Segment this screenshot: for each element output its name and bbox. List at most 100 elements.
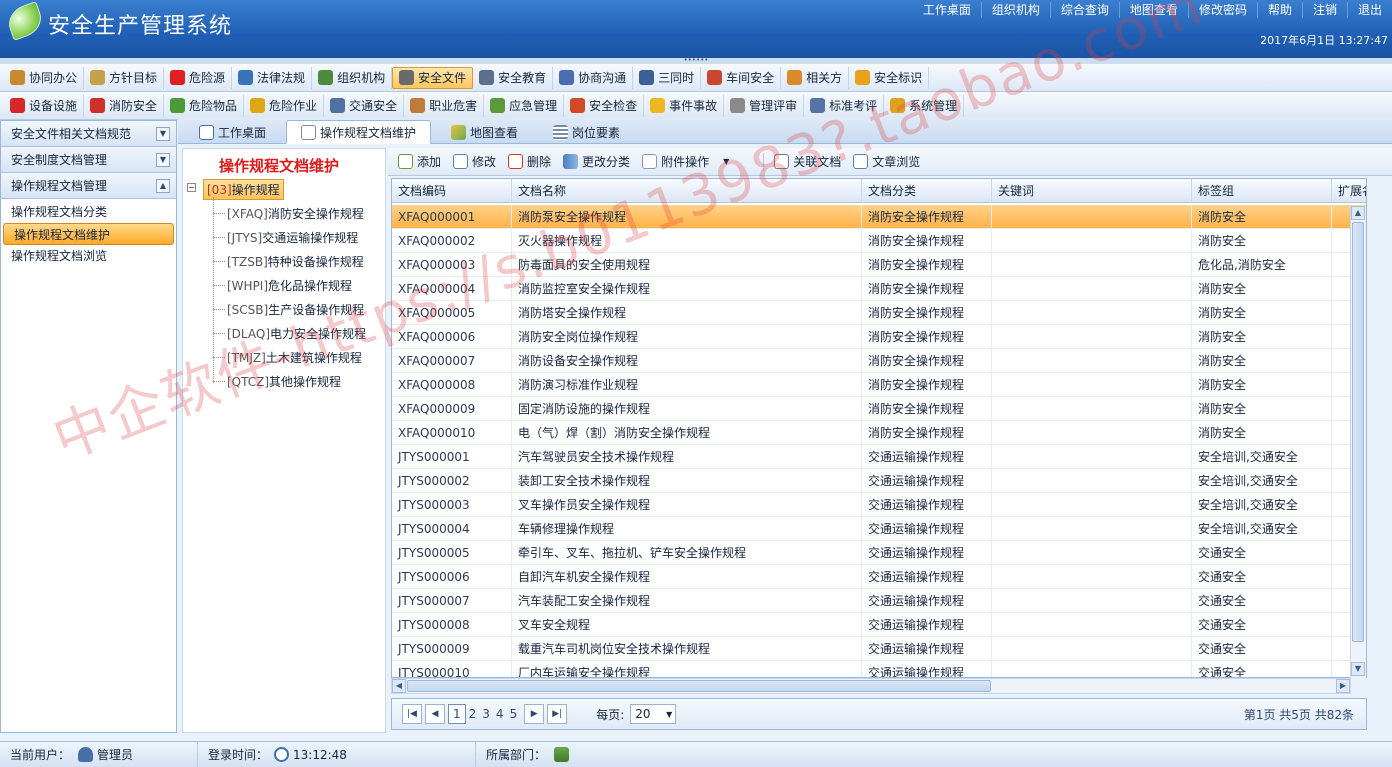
table-row[interactable]: JTYS000002 装卸工安全技术操作规程 交通运输操作规程 安全培训,交通安全 — [392, 469, 1366, 493]
table-row[interactable]: JTYS000006 自卸汽车机安全操作规程 交通运输操作规程 交通安全 — [392, 565, 1366, 589]
nav-speech-bubble-button[interactable]: 安全教育 — [473, 66, 554, 89]
column-header[interactable]: 文档编码 — [392, 179, 512, 203]
delete-button[interactable]: 删除 — [502, 151, 557, 173]
table-row[interactable]: JTYS000009 载重汽车司机岗位安全技术操作规程 交通运输操作规程 交通安全 — [392, 637, 1366, 661]
nav-alert-triangle-button[interactable]: 事件事故 — [644, 94, 725, 117]
top-link-org[interactable]: 组织机构 — [982, 2, 1051, 18]
scroll-left-icon[interactable]: ◀ — [392, 679, 406, 693]
page-number[interactable]: 3 — [479, 707, 493, 721]
page-number[interactable]: 4 — [493, 707, 507, 721]
table-row[interactable]: JTYS000010 厂内车运输安全操作规程 交通运输操作规程 交通安全 — [392, 661, 1366, 677]
nav-list-button[interactable]: 三同时 — [633, 66, 702, 89]
table-row[interactable]: JTYS000003 叉车操作员安全操作规程 交通运输操作规程 安全培训,交通安全 — [392, 493, 1366, 517]
tab-desktop[interactable]: 工作桌面 — [184, 120, 281, 144]
column-header[interactable]: 标签组 — [1192, 179, 1332, 203]
page-number[interactable]: 2 — [466, 707, 480, 721]
tree-node[interactable]: [WHPI]危化品操作规程 — [227, 277, 352, 294]
table-row[interactable]: JTYS000004 车辆修理操作规程 交通运输操作规程 安全培训,交通安全 — [392, 517, 1366, 541]
nav-people-button[interactable]: 职业危害 — [404, 94, 485, 117]
table-row[interactable]: XFAQ000010 电（气）焊（割）消防安全操作规程 消防安全操作规程 消防安全 — [392, 421, 1366, 445]
table-row[interactable]: XFAQ000007 消防设备安全操作规程 消防安全操作规程 消防安全 — [392, 349, 1366, 373]
top-link-exit[interactable]: 退出 — [1348, 2, 1392, 18]
table-row[interactable]: XFAQ000001 消防泵安全操作规程 消防安全操作规程 消防安全 — [392, 205, 1366, 229]
nav-emergency-button[interactable]: 应急管理 — [484, 94, 565, 117]
nav-book-button[interactable]: 法律法规 — [232, 66, 313, 89]
related-docs-button[interactable]: 关联文档 — [768, 151, 847, 173]
nav-review-button[interactable]: 管理评审 — [724, 94, 805, 117]
scroll-down-icon[interactable]: ▼ — [1351, 662, 1365, 676]
accordion-section-policy-docs[interactable]: 安全制度文档管理 ▼ — [1, 147, 176, 173]
tree-node[interactable]: [TZSB]特种设备操作规程 — [227, 253, 364, 270]
change-category-button[interactable]: 更改分类 — [557, 151, 636, 173]
table-row[interactable]: XFAQ000006 消防安全岗位操作规程 消防安全操作规程 消防安全 — [392, 325, 1366, 349]
left-item-browse[interactable]: 操作规程文档浏览 — [1, 245, 176, 267]
column-header[interactable]: 文档分类 — [862, 179, 992, 203]
column-header[interactable]: 扩展名 — [1332, 179, 1366, 203]
nav-fire-extinguisher-button[interactable]: 消防安全 — [84, 94, 165, 117]
nav-equipment-button[interactable]: 设备设施 — [4, 94, 85, 117]
accordion-section-doc-spec[interactable]: 安全文件相关文档规范 ▼ — [1, 121, 176, 147]
tree-node[interactable]: [DLAQ]电力安全操作规程 — [227, 325, 366, 342]
top-link-map[interactable]: 地图查看 — [1120, 2, 1189, 18]
top-link-desktop[interactable]: 工作桌面 — [913, 2, 982, 18]
edit-button[interactable]: 修改 — [447, 151, 502, 173]
top-link-logout[interactable]: 注销 — [1303, 2, 1348, 18]
nav-handshake-button[interactable]: 相关方 — [781, 66, 850, 89]
tab-procedure-maintain[interactable]: 操作规程文档维护 — [286, 120, 432, 144]
prev-page-icon[interactable]: ◀ — [425, 704, 445, 724]
table-row[interactable]: JTYS000001 汽车驾驶员安全技术操作规程 交通运输操作规程 安全培训,交通安全 — [392, 445, 1366, 469]
tree-collapse-icon[interactable]: − — [187, 183, 196, 192]
table-row[interactable]: XFAQ000003 防毒面具的安全使用规程 消防安全操作规程 危化品,消防安全 — [392, 253, 1366, 277]
nav-magnifier-button[interactable]: 安全检查 — [564, 94, 645, 117]
collapse-icon[interactable]: ▲ — [156, 178, 170, 193]
tree-node[interactable]: [TMJZ]土木建筑操作规程 — [227, 349, 362, 366]
article-browse-button[interactable]: 文章浏览 — [847, 151, 926, 173]
nav-warning-person-button[interactable]: 危险作业 — [244, 94, 325, 117]
tree-node[interactable]: [QTCZ]其他操作规程 — [227, 373, 341, 390]
accordion-section-procedure-docs[interactable]: 操作规程文档管理 ▲ — [1, 173, 176, 199]
nav-flag-button[interactable]: 安全标识 — [849, 66, 930, 89]
last-page-icon[interactable]: ▶| — [547, 704, 568, 724]
nav-file-cabinet-button[interactable]: 安全文件 — [392, 66, 474, 89]
column-header[interactable]: 文档名称 — [512, 179, 862, 203]
top-link-password[interactable]: 修改密码 — [1189, 2, 1258, 18]
table-row[interactable]: JTYS000005 牵引车、叉车、拖拉机、铲车安全操作规程 交通运输操作规程 交通安… — [392, 541, 1366, 565]
nav-red-dot-button[interactable]: 危险源 — [164, 66, 233, 89]
expand-icon[interactable]: ▼ — [156, 126, 170, 141]
vertical-scroll-thumb[interactable] — [1352, 222, 1364, 642]
nav-mail-button[interactable]: 协商沟通 — [553, 66, 634, 89]
nav-flask-button[interactable]: 危险物品 — [164, 94, 245, 117]
page-size-select[interactable]: 20 ▼ — [630, 704, 677, 724]
tree-root-node[interactable]: [03]操作规程 — [203, 179, 284, 200]
tab-map[interactable]: 地图查看 — [436, 120, 533, 144]
scroll-up-icon[interactable]: ▲ — [1351, 206, 1365, 220]
top-link-query[interactable]: 综合查询 — [1051, 2, 1120, 18]
nav-workshop-button[interactable]: 车间安全 — [701, 66, 782, 89]
nav-lock-button[interactable]: 系统管理 — [884, 94, 965, 117]
nav-org-chart-button[interactable]: 组织机构 — [312, 66, 393, 89]
add-button[interactable]: 添加 — [392, 151, 447, 173]
tree-node[interactable]: [XFAQ]消防安全操作规程 — [227, 205, 364, 222]
top-link-help[interactable]: 帮助 — [1258, 2, 1303, 18]
column-header[interactable]: 关键词 — [992, 179, 1192, 203]
tree-node[interactable]: [JTYS]交通运输操作规程 — [227, 229, 358, 246]
table-row[interactable]: XFAQ000008 消防演习标准作业规程 消防安全操作规程 消防安全 — [392, 373, 1366, 397]
left-item-category[interactable]: 操作规程文档分类 — [1, 201, 176, 223]
nav-vehicle-button[interactable]: 交通安全 — [324, 94, 405, 117]
nav-edit-button[interactable]: 标准考评 — [804, 94, 885, 117]
horizontal-scroll-thumb[interactable] — [407, 680, 991, 692]
table-row[interactable]: JTYS000007 汽车装配工安全操作规程 交通运输操作规程 交通安全 — [392, 589, 1366, 613]
page-number[interactable]: 5 — [507, 707, 521, 721]
attachment-menu-button[interactable]: 附件操作 ▼ — [636, 151, 735, 173]
nav-target-button[interactable]: 方针目标 — [84, 66, 165, 89]
tab-post-elements[interactable]: 岗位要素 — [538, 120, 635, 144]
nav-handshake-button[interactable]: 协同办公 — [4, 66, 85, 89]
next-page-icon[interactable]: ▶ — [524, 704, 545, 724]
expand-icon[interactable]: ▼ — [156, 152, 170, 167]
tree-node[interactable]: [SCSB]生产设备操作规程 — [227, 301, 364, 318]
table-row[interactable]: XFAQ000009 固定消防设施的操作规程 消防安全操作规程 消防安全 — [392, 397, 1366, 421]
table-row[interactable]: XFAQ000005 消防塔安全操作规程 消防安全操作规程 消防安全 — [392, 301, 1366, 325]
scroll-right-icon[interactable]: ▶ — [1336, 679, 1350, 693]
page-number[interactable]: 1 — [448, 704, 466, 724]
table-row[interactable]: JTYS000008 叉车安全规程 交通运输操作规程 交通安全 — [392, 613, 1366, 637]
